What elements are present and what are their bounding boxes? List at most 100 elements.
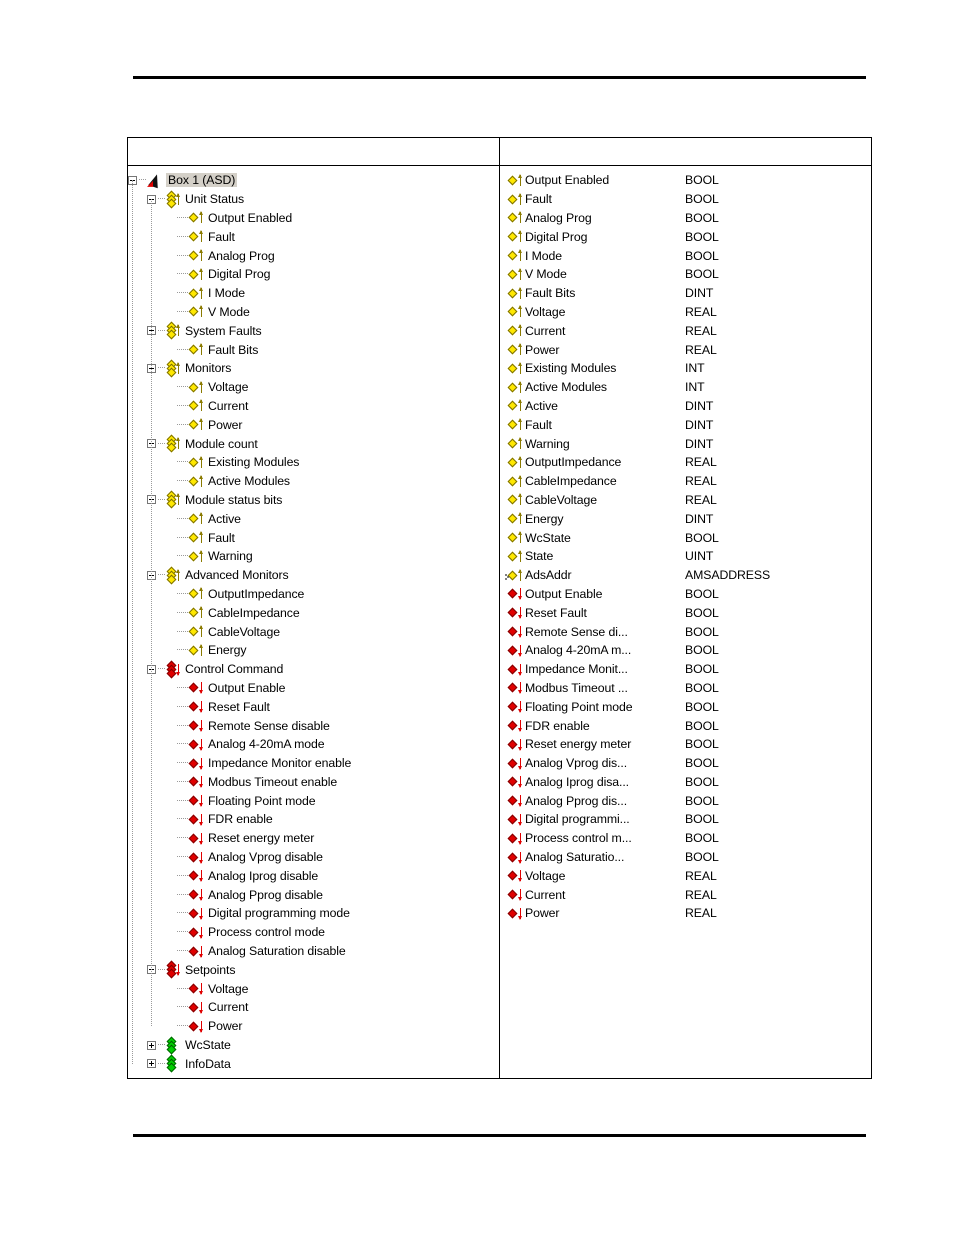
tree-item[interactable]: Impedance Monitor enable [128,754,499,773]
variable-list-row[interactable]: Power REAL [507,904,871,923]
variable-list-row[interactable]: Voltage REAL [507,303,871,322]
tree-item[interactable]: I Mode [128,284,499,303]
variable-list-row[interactable]: Existing Modules INT [507,359,871,378]
tree-item-label: Modbus Timeout enable [208,774,338,789]
tree-item[interactable]: Reset Fault [128,697,499,716]
tree-item[interactable]: Advanced Monitors [128,566,499,585]
tree-item[interactable]: Analog Vprog disable [128,848,499,867]
variable-list-row[interactable]: V Mode BOOL [507,265,871,284]
variable-list-row[interactable]: Analog Iprog disa... BOOL [507,773,871,792]
tree-item[interactable]: Process control mode [128,923,499,942]
variable-list-row[interactable]: Fault DINT [507,415,871,434]
tree-item[interactable]: Fault [128,227,499,246]
tree-item[interactable]: OutputImpedance [128,585,499,604]
tree-item[interactable]: Control Command [128,660,499,679]
tree-item[interactable]: InfoData [128,1054,499,1073]
tree-item[interactable]: Output Enable [128,679,499,698]
variable-list-row[interactable]: Warning DINT [507,434,871,453]
variable-list-row[interactable]: WcState BOOL [507,528,871,547]
tree-item[interactable]: Digital programming mode [128,904,499,923]
variable-list-row[interactable]: Output Enabled BOOL [507,171,871,190]
tree-item[interactable]: Module count [128,434,499,453]
variable-list[interactable]: Output Enabled BOOL Fault BOOL Analog Prog BO… [500,166,871,923]
variable-list-row[interactable]: Output Enable BOOL [507,585,871,604]
variable-list-row[interactable]: Power REAL [507,340,871,359]
tree-item[interactable]: System Faults [128,321,499,340]
variable-list-row[interactable]: AdsAddr AMSADDRESS [505,566,871,585]
variable-list-row[interactable]: Fault Bits DINT [507,284,871,303]
variable-list-row[interactable]: Process control m... BOOL [507,829,871,848]
tree-item[interactable]: Warning [128,547,499,566]
tree-item[interactable]: Power [128,415,499,434]
expand-icon[interactable] [147,1040,156,1050]
tree-item[interactable]: Current [128,397,499,416]
tree-connector-line [177,310,188,313]
tree-item[interactable]: WcState [128,1036,499,1055]
tree-item[interactable]: CableVoltage [128,622,499,641]
tree-item[interactable]: Floating Point mode [128,791,499,810]
variable-list-row[interactable]: Digital Prog BOOL [507,227,871,246]
variable-list-row[interactable]: Digital programmi... BOOL [507,810,871,829]
variable-list-row[interactable]: Analog Vprog dis... BOOL [507,754,871,773]
tree-item[interactable]: Analog Prog [128,246,499,265]
tree-item[interactable]: Fault [128,528,499,547]
tree-item[interactable]: Active [128,509,499,528]
variable-list-row[interactable]: Reset Fault BOOL [507,603,871,622]
tree-item[interactable]: Analog Saturation disable [128,942,499,961]
tree-item[interactable]: Analog Iprog disable [128,866,499,885]
variable-list-row[interactable]: Fault BOOL [507,190,871,209]
tree-item[interactable]: Energy [128,641,499,660]
variable-list-row[interactable]: FDR enable BOOL [507,716,871,735]
tree-connector-line [177,856,188,858]
variable-list-row[interactable]: Reset energy meter BOOL [507,735,871,754]
tree-item[interactable]: Fault Bits [128,340,499,359]
variable-list-row[interactable]: Analog Prog BOOL [507,209,871,228]
variable-list-row[interactable]: CableVoltage REAL [507,491,871,510]
expand-icon[interactable] [147,1059,156,1069]
variable-list-row[interactable]: Analog Pprog dis... BOOL [507,791,871,810]
variable-list-row[interactable]: Current REAL [507,321,871,340]
variable-list-row[interactable]: Active Modules INT [507,378,871,397]
tree-item[interactable]: Analog Pprog disable [128,885,499,904]
tree-item[interactable]: Current [128,998,499,1017]
variable-list-row[interactable]: Modbus Timeout ... BOOL [507,679,871,698]
tree-item[interactable]: Existing Modules [128,453,499,472]
tree-item[interactable]: Monitors [128,359,499,378]
tree-item[interactable]: Active Modules [128,472,499,491]
variable-list-row[interactable]: Current REAL [507,885,871,904]
tree-item[interactable]: Reset energy meter [128,829,499,848]
tree-item[interactable]: Output Enabled [128,209,499,228]
variable-list-row[interactable]: Analog 4-20mA m... BOOL [507,641,871,660]
tree-item[interactable]: Power [128,1017,499,1036]
tree-item[interactable]: Voltage [128,979,499,998]
variable-list-row[interactable]: Impedance Monit... BOOL [507,660,871,679]
variable-list-row[interactable]: Active DINT [507,397,871,416]
arrow-up-icon [518,361,523,375]
tree-item[interactable]: Box 1 (ASD) [128,171,499,190]
variable-list-row[interactable]: CableImpedance REAL [507,472,871,491]
tree-connector-line [177,216,188,219]
variable-list-row[interactable]: Voltage REAL [507,866,871,885]
variable-list-row[interactable]: OutputImpedance REAL [507,453,871,472]
tree-item[interactable]: Analog 4-20mA mode [128,735,499,754]
device-tree[interactable]: Box 1 (ASD) Unit Status Output Enabled Faul… [128,166,499,1073]
variable-list-row[interactable]: Analog Saturatio... BOOL [507,848,871,867]
tree-item[interactable]: CableImpedance [128,603,499,622]
tree-connector-line [177,630,188,633]
variable-list-row[interactable]: I Mode BOOL [507,246,871,265]
tree-item[interactable]: Module status bits [128,490,499,510]
arrow-up-icon [199,643,204,657]
variable-list-row[interactable]: Floating Point mode BOOL [507,697,871,716]
tree-item[interactable]: Remote Sense disable [128,716,499,735]
tree-item[interactable]: FDR enable [128,810,499,829]
tree-item[interactable]: Setpoints [128,960,499,979]
tree-item[interactable]: Unit Status [128,190,499,209]
tree-item[interactable]: Digital Prog [128,265,499,284]
variable-list-row[interactable]: State UINT [507,547,871,566]
tree-item[interactable]: Voltage [128,378,499,397]
tree-item[interactable]: Modbus Timeout enable [128,773,499,792]
tree-item[interactable]: V Mode [128,303,499,322]
variable-list-row[interactable]: Energy DINT [507,509,871,528]
variable-list-row[interactable]: Remote Sense di... BOOL [507,622,871,641]
